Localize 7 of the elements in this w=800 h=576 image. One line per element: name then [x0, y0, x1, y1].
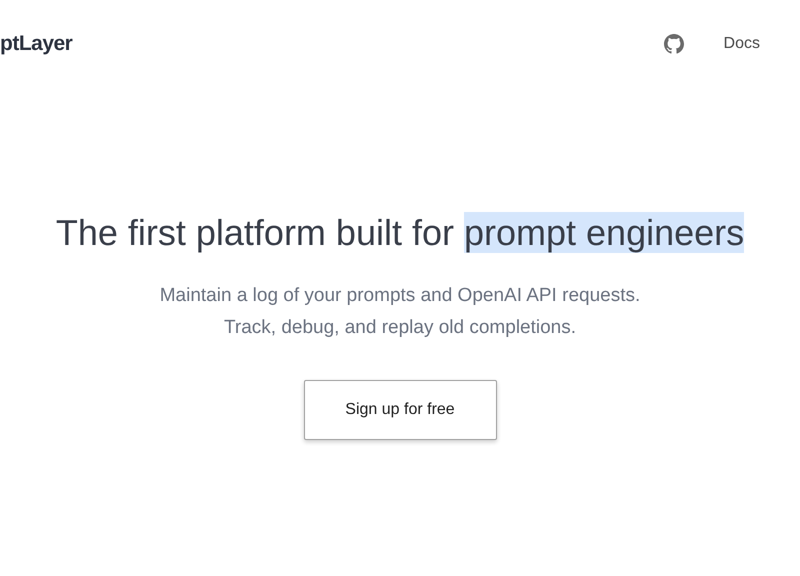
subtitle-line: Track, debug, and replay old completions. — [224, 316, 576, 340]
signup-button[interactable]: Sign up for free — [304, 380, 496, 440]
subtitle-line: Maintain a log of your prompts and OpenAI API requests. — [160, 284, 640, 308]
headline: The first platform built for prompt engineers — [56, 211, 744, 255]
github-icon[interactable] — [664, 34, 684, 54]
logo[interactable]: ptLayer — [0, 32, 72, 56]
docs-link[interactable]: Docs — [724, 35, 760, 53]
